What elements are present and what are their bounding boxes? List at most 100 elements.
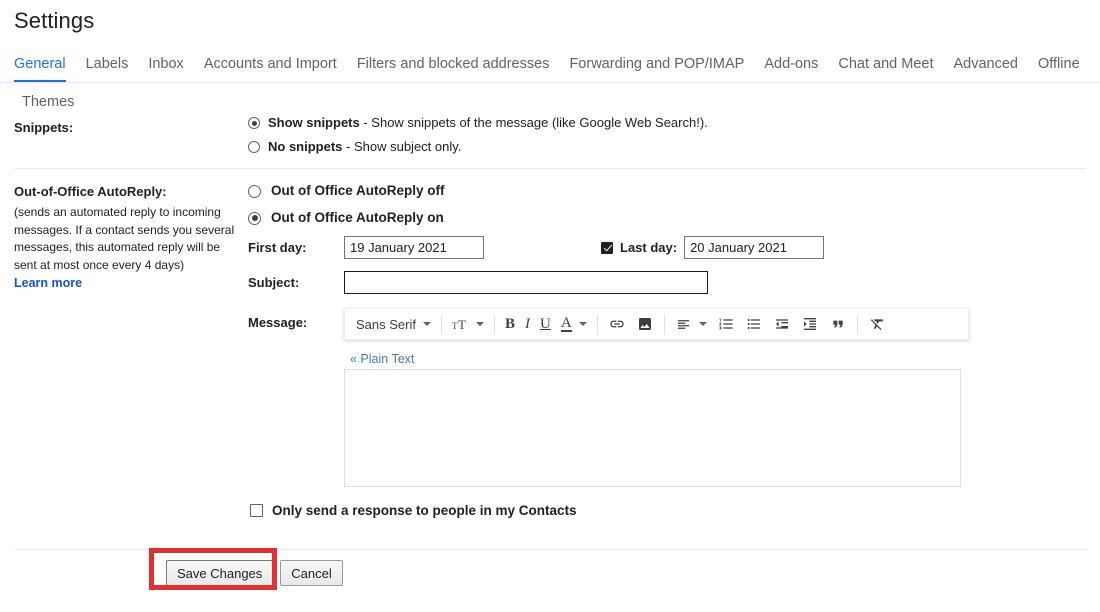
snippets-options: Show snippets - Show snippets of the mes…: [238, 114, 1086, 156]
message-body-input[interactable]: [344, 369, 961, 487]
chevron-down-icon: [423, 322, 431, 326]
indent-less-button[interactable]: [768, 311, 796, 337]
snippets-show-strong: Show snippets: [268, 115, 360, 130]
italic-button[interactable]: I: [520, 311, 535, 337]
last-day-input[interactable]: [684, 236, 824, 259]
tab-chat-and-meet[interactable]: Chat and Meet: [828, 57, 943, 83]
image-icon: [636, 316, 654, 332]
font-size-dropdown[interactable]: T T: [447, 311, 489, 337]
remove-formatting-button[interactable]: [863, 311, 892, 337]
link-icon: [608, 316, 626, 332]
page-header: Settings: [0, 0, 1100, 41]
toolbar-divider: [857, 315, 858, 334]
tab-labels[interactable]: Labels: [76, 57, 139, 83]
page-title: Settings: [14, 8, 94, 34]
out-of-office-section: Out-of-Office AutoReply: (sends an autom…: [14, 169, 1086, 532]
first-day-input[interactable]: [344, 236, 484, 259]
tabs-row: General Labels Inbox Accounts and Import…: [14, 41, 1086, 82]
snippets-show-rest: - Show snippets of the message (like Goo…: [360, 115, 708, 130]
snippets-none-strong: No snippets: [268, 139, 342, 154]
tab-forwarding-and-pop-imap[interactable]: Forwarding and POP/IMAP: [559, 57, 754, 83]
last-day-checkbox[interactable]: [601, 242, 613, 254]
font-size-icon: T T: [452, 317, 469, 332]
text-color-button[interactable]: A: [556, 311, 592, 337]
font-family-dropdown[interactable]: Sans Serif: [349, 311, 436, 337]
bold-button[interactable]: B: [500, 311, 520, 337]
out-of-office-label-column: Out-of-Office AutoReply: (sends an autom…: [14, 182, 238, 290]
svg-text:T: T: [458, 317, 466, 332]
tab-inbox[interactable]: Inbox: [138, 57, 193, 83]
bulleted-list-button[interactable]: [740, 311, 768, 337]
date-range-row: First day: Last day:: [248, 236, 1086, 259]
form-actions: Save Changes Cancel: [166, 560, 1086, 586]
message-label: Message:: [248, 308, 344, 487]
quote-button[interactable]: [824, 311, 852, 337]
chevron-down-icon: [476, 322, 484, 326]
editor-toolbar: Sans Serif T T B I: [344, 308, 969, 340]
text-color-letter: A: [561, 316, 572, 332]
snippets-section: Snippets: Show snippets - Show snippets …: [14, 114, 1086, 169]
cancel-button[interactable]: Cancel: [280, 560, 342, 586]
numbered-list-button[interactable]: [712, 311, 740, 337]
radio-autoreply-on[interactable]: [248, 212, 261, 225]
tab-offline[interactable]: Offline: [1028, 57, 1090, 83]
toolbar-divider: [494, 315, 495, 334]
out-of-office-title: Out-of-Office AutoReply:: [14, 184, 238, 199]
underline-button[interactable]: U: [535, 311, 556, 337]
contacts-only-checkbox[interactable]: [250, 504, 263, 517]
out-of-office-body: Out of Office AutoReply off Out of Offic…: [238, 182, 1086, 518]
snippets-none-label: No snippets - Show subject only.: [268, 138, 461, 156]
out-of-office-description: (sends an automated reply to incoming me…: [14, 204, 238, 274]
toolbar-divider: [597, 315, 598, 334]
snippets-option-none[interactable]: No snippets - Show subject only.: [248, 138, 1086, 156]
tab-themes[interactable]: Themes: [14, 94, 84, 110]
remove-formatting-icon: [868, 316, 887, 332]
last-day-label: Last day:: [620, 240, 677, 255]
quote-icon: [829, 316, 847, 332]
toolbar-divider: [441, 315, 442, 334]
footer-divider: [14, 549, 1086, 550]
subject-input[interactable]: [344, 271, 708, 294]
contacts-only-row[interactable]: Only send a response to people in my Con…: [250, 503, 1086, 518]
tab-advanced[interactable]: Advanced: [943, 57, 1028, 83]
contacts-only-label: Only send a response to people in my Con…: [272, 503, 577, 518]
tab-add-ons[interactable]: Add-ons: [754, 57, 828, 83]
snippets-show-label: Show snippets - Show snippets of the mes…: [268, 114, 708, 132]
autoreply-off-label: Out of Office AutoReply off: [271, 182, 444, 200]
numbered-list-icon: [717, 316, 735, 332]
last-day-group: Last day:: [601, 236, 824, 259]
subject-row: Subject:: [248, 271, 1086, 294]
message-row: Message: Sans Serif T T: [248, 308, 1086, 487]
bulleted-list-icon: [745, 316, 763, 332]
first-day-label: First day:: [248, 240, 344, 255]
subject-label: Subject:: [248, 275, 344, 290]
radio-autoreply-off[interactable]: [248, 185, 261, 198]
font-family-value: Sans Serif: [356, 317, 416, 332]
radio-no-snippets[interactable]: [248, 141, 260, 153]
insert-link-button[interactable]: [603, 311, 631, 337]
indent-more-button[interactable]: [796, 311, 824, 337]
snippets-label: Snippets:: [14, 114, 238, 135]
tab-general[interactable]: General: [14, 57, 76, 83]
settings-content: Snippets: Show snippets - Show snippets …: [0, 114, 1100, 586]
autoreply-off-row[interactable]: Out of Office AutoReply off: [248, 182, 1086, 200]
autoreply-on-row[interactable]: Out of Office AutoReply on: [248, 209, 1086, 227]
align-dropdown[interactable]: [670, 311, 712, 337]
save-changes-button[interactable]: Save Changes: [166, 560, 273, 586]
tab-filters-and-blocked-addresses[interactable]: Filters and blocked addresses: [347, 57, 560, 83]
learn-more-link[interactable]: Learn more: [14, 276, 82, 290]
settings-tabbar: General Labels Inbox Accounts and Import…: [0, 41, 1100, 83]
snippets-none-rest: - Show subject only.: [342, 139, 461, 154]
align-left-icon: [675, 317, 692, 332]
snippets-option-show[interactable]: Show snippets - Show snippets of the mes…: [248, 114, 1086, 132]
chevron-down-icon: [699, 322, 707, 326]
message-editor: Sans Serif T T B I: [344, 308, 1086, 487]
chevron-down-icon: [579, 322, 587, 326]
autoreply-on-label: Out of Office AutoReply on: [271, 209, 444, 227]
indent-less-icon: [773, 316, 791, 332]
radio-show-snippets[interactable]: [248, 117, 260, 129]
insert-image-button[interactable]: [631, 311, 659, 337]
indent-more-icon: [801, 316, 819, 332]
plain-text-link[interactable]: « Plain Text: [350, 352, 414, 366]
tab-accounts-and-import[interactable]: Accounts and Import: [194, 57, 347, 83]
